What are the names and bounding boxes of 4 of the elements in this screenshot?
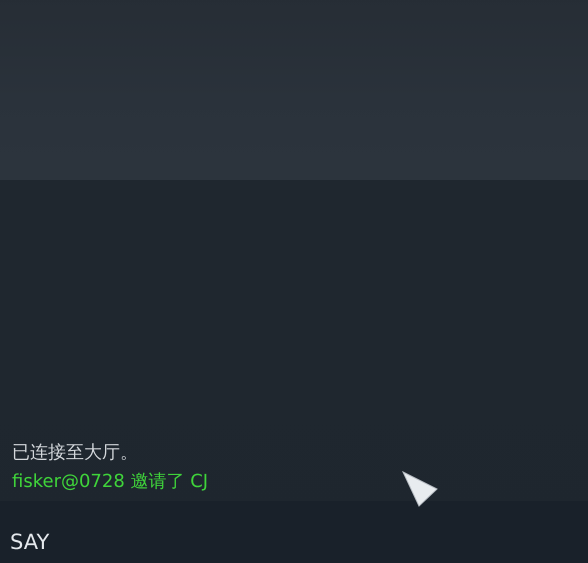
chat-message: 已连接至大厅。 xyxy=(12,441,138,464)
cursor-icon xyxy=(402,471,438,507)
input-label: SAY xyxy=(10,530,50,554)
chat-message: fisker@0728 邀请了 CJ xyxy=(12,470,208,493)
